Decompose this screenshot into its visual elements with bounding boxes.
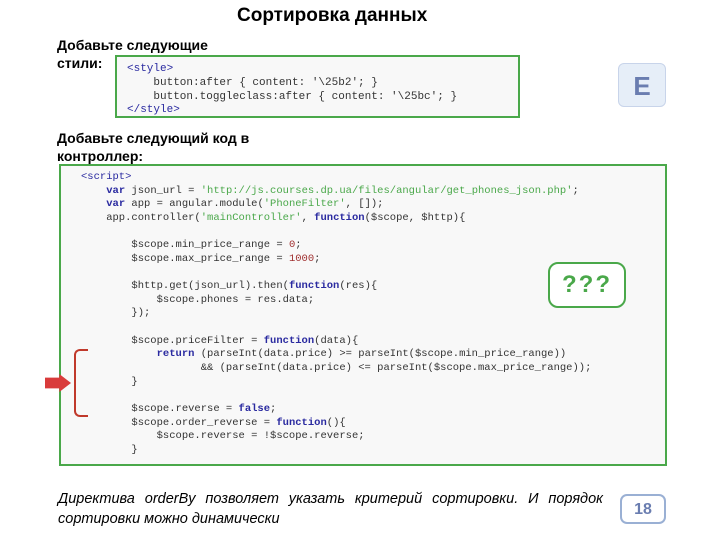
- badge-e: E: [618, 63, 666, 107]
- page-number-badge: 18: [620, 494, 666, 524]
- page-title: Сортировка данных: [237, 5, 497, 28]
- code-block-styles: <style> button:after { content: '\25b2';…: [115, 55, 520, 118]
- code-block-controller: <script> var json_url = 'http://js.cours…: [59, 164, 667, 466]
- red-bracket-icon: [74, 349, 86, 417]
- instruction-controller: Добавьте следующий код в контроллер:: [57, 130, 317, 165]
- footnote-text: Директива orderBy позволяет указать крит…: [58, 490, 603, 529]
- question-marks-badge: ???: [548, 262, 626, 308]
